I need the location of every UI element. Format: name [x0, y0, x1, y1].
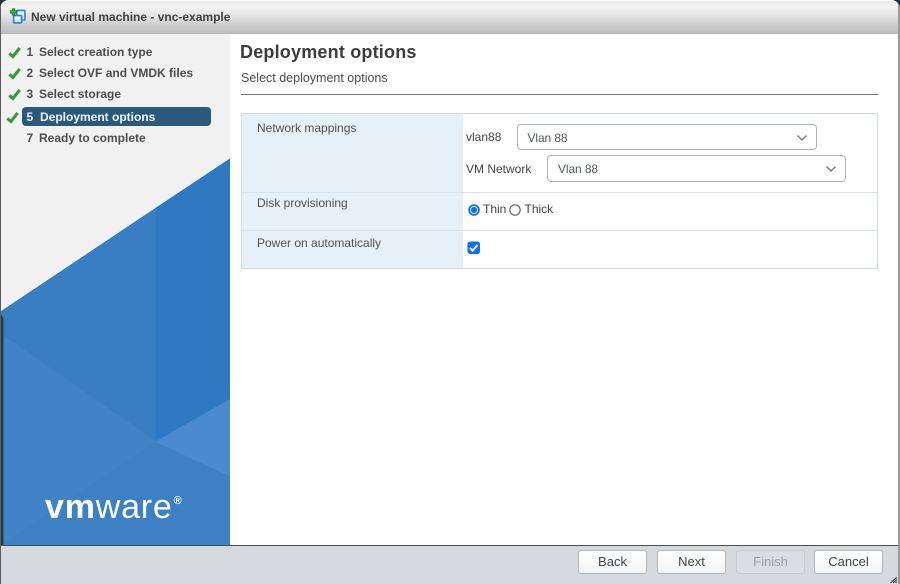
svg-text:vmware®: vmware® [45, 488, 182, 526]
